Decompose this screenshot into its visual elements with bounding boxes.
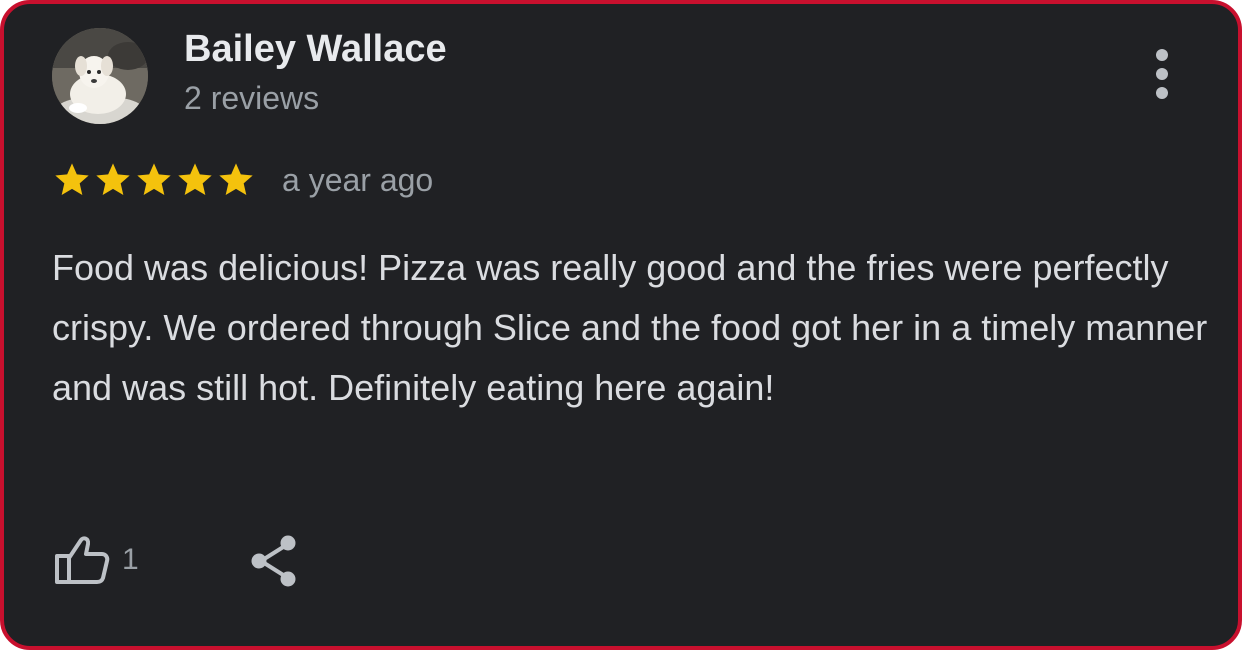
review-card: Bailey Wallace 2 reviews a year ago Food… [0,0,1242,650]
like-count: 1 [122,543,139,576]
avatar[interactable] [52,28,148,124]
reviewer-review-count: 2 reviews [184,80,320,116]
star-icon [96,163,130,195]
more-vert-icon-dot [1156,68,1168,80]
more-vert-icon-dot [1156,87,1168,99]
share-icon [251,535,296,587]
review-text: Food was delicious! Pizza was really goo… [52,247,1208,408]
reviewer-name[interactable]: Bailey Wallace [184,28,447,71]
star-icon [178,163,212,195]
review-time: a year ago [282,161,434,198]
star-icon [137,163,171,195]
stars [52,160,256,200]
more-vert-icon-dot [1156,49,1168,61]
share-button[interactable] [244,530,306,592]
star-icon [219,163,253,195]
like-button[interactable]: 1 [52,528,139,592]
star-rating: a year ago [52,158,433,202]
dog-photo-avatar-image [52,28,148,124]
more-options-button[interactable] [1140,44,1184,104]
star-icon [55,163,89,195]
thumbs-up-icon [55,536,110,584]
